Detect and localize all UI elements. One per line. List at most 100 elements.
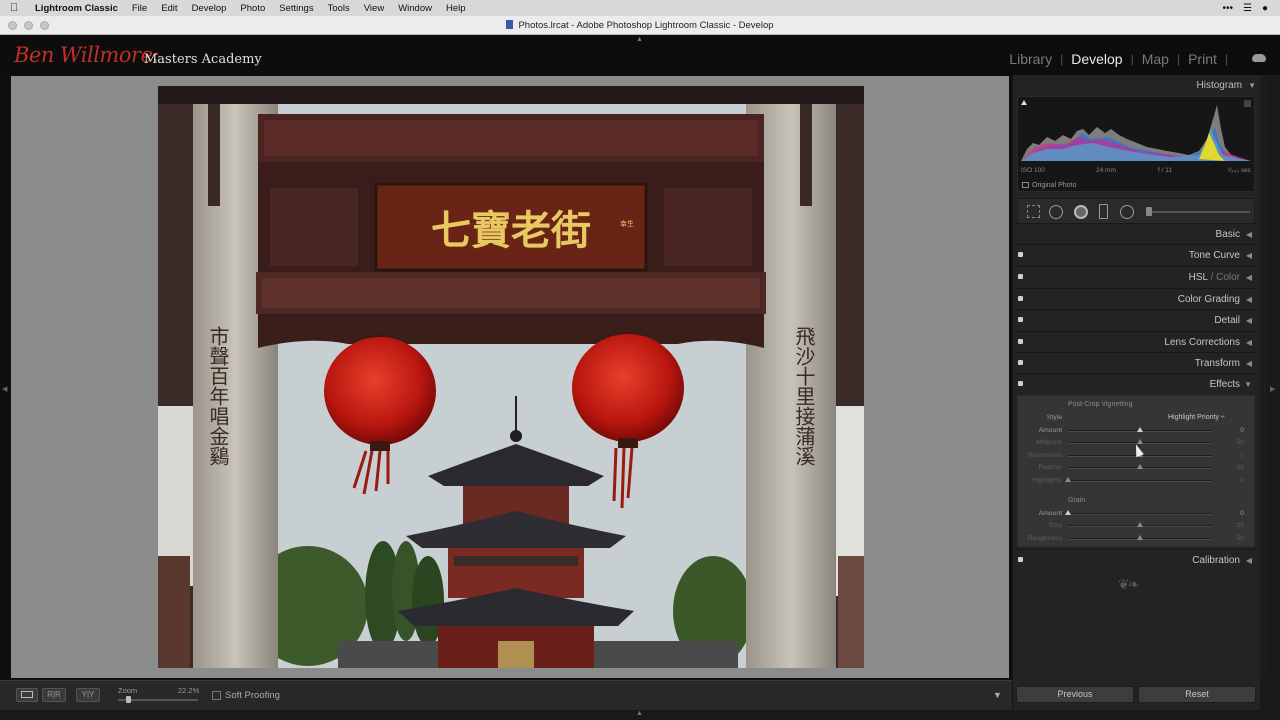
- menu-lightroom-classic[interactable]: Lightroom Classic: [28, 3, 125, 14]
- panel-switch-icon[interactable]: [1018, 296, 1023, 301]
- toolbar-content-dropdown-icon[interactable]: ▼: [993, 690, 1002, 700]
- reset-button[interactable]: Reset: [1138, 686, 1256, 703]
- previous-button[interactable]: Previous: [1016, 686, 1134, 703]
- menu-help[interactable]: Help: [439, 3, 473, 14]
- highlight-clipping-icon[interactable]: [1244, 100, 1251, 107]
- vignette-highlights-slider[interactable]: [1068, 480, 1212, 482]
- module-library[interactable]: Library: [1009, 51, 1052, 67]
- menu-settings[interactable]: Settings: [272, 3, 320, 14]
- panel-lens-corrections[interactable]: Lens Corrections ◀: [1016, 331, 1256, 352]
- right-panel-scrollbar[interactable]: [1260, 75, 1266, 678]
- adjustment-brush-slider[interactable]: [1148, 211, 1250, 213]
- menu-photo[interactable]: Photo: [233, 3, 272, 14]
- graduated-filter-icon[interactable]: [1099, 204, 1108, 219]
- menubar:  Lightroom Classic File Edit Develop Ph…: [0, 0, 1280, 16]
- module-print[interactable]: Print: [1188, 51, 1217, 67]
- identity-plate-subtitle: Masters Academy: [144, 52, 262, 67]
- vignette-feather-value[interactable]: 50: [1236, 464, 1244, 471]
- ellipsis-icon[interactable]: •••: [1222, 3, 1233, 14]
- panel-effects[interactable]: Effects ▼: [1016, 373, 1256, 394]
- vignette-amount-value[interactable]: 0: [1240, 427, 1244, 434]
- panel-switch-icon[interactable]: [1018, 557, 1023, 562]
- menu-file[interactable]: File: [125, 3, 154, 14]
- module-picker: Library | Develop | Map | Print |: [1009, 51, 1236, 67]
- menu-view[interactable]: View: [357, 3, 391, 14]
- feather-label: Feather: [1038, 464, 1062, 471]
- grain-amount-thumb[interactable]: [1065, 510, 1071, 515]
- cloud-sync-icon[interactable]: [1252, 54, 1266, 62]
- panel-switch-icon[interactable]: [1018, 339, 1023, 344]
- soft-proofing-checkbox[interactable]: [212, 691, 221, 700]
- panel-detail[interactable]: Detail ◀: [1016, 309, 1256, 330]
- module-separator: |: [1224, 52, 1228, 66]
- vignette-amount-thumb[interactable]: [1137, 427, 1143, 432]
- red-eye-icon[interactable]: [1074, 205, 1088, 219]
- original-photo-toggle[interactable]: Original Photo: [1022, 182, 1076, 189]
- histogram-graph: [1021, 105, 1251, 161]
- filmstrip-toggle-icon[interactable]: ▲: [636, 710, 643, 717]
- loupe-view-button[interactable]: [16, 688, 38, 702]
- control-center-icon[interactable]: ☰: [1243, 3, 1252, 14]
- histogram-focal-length: 24 mm: [1096, 167, 1116, 174]
- panel-hsl-color[interactable]: HSL / Color ◀: [1016, 266, 1256, 287]
- module-separator: |: [1130, 52, 1134, 66]
- grain-amount-slider[interactable]: [1068, 513, 1212, 515]
- expand-triangle-icon: ◀: [1245, 556, 1252, 565]
- vignette-highlights-value[interactable]: 0: [1240, 477, 1244, 484]
- before-after-view-button[interactable]: R|R: [42, 688, 66, 702]
- radial-filter-icon[interactable]: [1120, 205, 1134, 219]
- panel-hsl-tab[interactable]: HSL: [1189, 272, 1208, 283]
- vignette-style-select[interactable]: Highlight Priority ÷: [1168, 414, 1225, 421]
- vignette-feather-thumb[interactable]: [1137, 464, 1143, 469]
- grain-roughness-value[interactable]: 50: [1236, 535, 1244, 542]
- panel-switch-icon[interactable]: [1018, 274, 1023, 279]
- panel-basic[interactable]: Basic ◀: [1016, 223, 1256, 244]
- histogram[interactable]: ISO 100 24 mm f / 11 ¹⁄₂₀₀ sec Original …: [1017, 96, 1255, 192]
- zoom-slider-thumb[interactable]: [126, 696, 131, 703]
- vignette-highlights-thumb[interactable]: [1065, 477, 1071, 482]
- left-panel-toggle-icon[interactable]: ◀: [2, 385, 7, 393]
- panel-transform[interactable]: Transform ◀: [1016, 352, 1256, 373]
- midpoint-label: Midpoint: [1036, 439, 1062, 446]
- panel-switch-icon[interactable]: [1018, 252, 1023, 257]
- photo-image: 七寶老街 幸生 市聲百年唱金鷄 飛沙十里接蒲溪: [158, 86, 864, 668]
- menu-edit[interactable]: Edit: [154, 3, 184, 14]
- histogram-header[interactable]: Histogram ▼: [1197, 80, 1257, 91]
- expand-triangle-icon: ◀: [1245, 251, 1252, 260]
- spot-removal-icon[interactable]: [1049, 205, 1063, 219]
- panel-color-tab[interactable]: Color: [1216, 272, 1240, 283]
- panel-switch-icon[interactable]: [1018, 317, 1023, 322]
- apple-icon[interactable]: : [0, 2, 28, 14]
- adjustment-brush-icon[interactable]: [1146, 207, 1152, 216]
- panel-switch-icon[interactable]: [1018, 360, 1023, 365]
- siri-icon[interactable]: ●: [1262, 3, 1268, 14]
- menu-tools[interactable]: Tools: [321, 3, 357, 14]
- grain-size-thumb[interactable]: [1137, 522, 1143, 527]
- panel-calibration[interactable]: Calibration ◀: [1016, 549, 1256, 570]
- right-panel-toggle-icon[interactable]: ▶: [1270, 385, 1275, 393]
- vignette-roundness-value[interactable]: 0: [1240, 452, 1244, 459]
- develop-tool-strip: [1017, 198, 1255, 224]
- shadow-clipping-icon[interactable]: [1021, 100, 1027, 105]
- grain-size-value[interactable]: 25: [1236, 522, 1244, 529]
- panel-tone-curve[interactable]: Tone Curve ◀: [1016, 244, 1256, 265]
- photo-preview[interactable]: 七寶老街 幸生 市聲百年唱金鷄 飛沙十里接蒲溪: [158, 86, 864, 668]
- panel-color-grading[interactable]: Color Grading ◀: [1016, 288, 1256, 309]
- panel-calibration-label: Calibration: [1192, 555, 1240, 566]
- collapse-triangle-icon: ▼: [1248, 81, 1256, 90]
- sign-text: 七寶老街: [431, 207, 591, 254]
- crop-overlay-icon[interactable]: [1027, 205, 1040, 218]
- top-panel-toggle-icon[interactable]: ▲: [636, 36, 643, 43]
- module-map[interactable]: Map: [1142, 51, 1169, 67]
- highlights-label: Highlights: [1032, 477, 1062, 484]
- menu-window[interactable]: Window: [391, 3, 439, 14]
- menu-develop[interactable]: Develop: [185, 3, 234, 14]
- before-after-swap-button[interactable]: Y|Y: [76, 688, 100, 702]
- vignette-midpoint-value[interactable]: 50: [1236, 439, 1244, 446]
- panel-tone-curve-label: Tone Curve: [1188, 250, 1240, 261]
- module-develop[interactable]: Develop: [1071, 51, 1122, 67]
- grain-roughness-thumb[interactable]: [1137, 535, 1143, 540]
- original-photo-checkbox[interactable]: [1022, 182, 1029, 188]
- panel-switch-icon[interactable]: [1018, 381, 1023, 386]
- grain-amount-value[interactable]: 0: [1240, 510, 1244, 517]
